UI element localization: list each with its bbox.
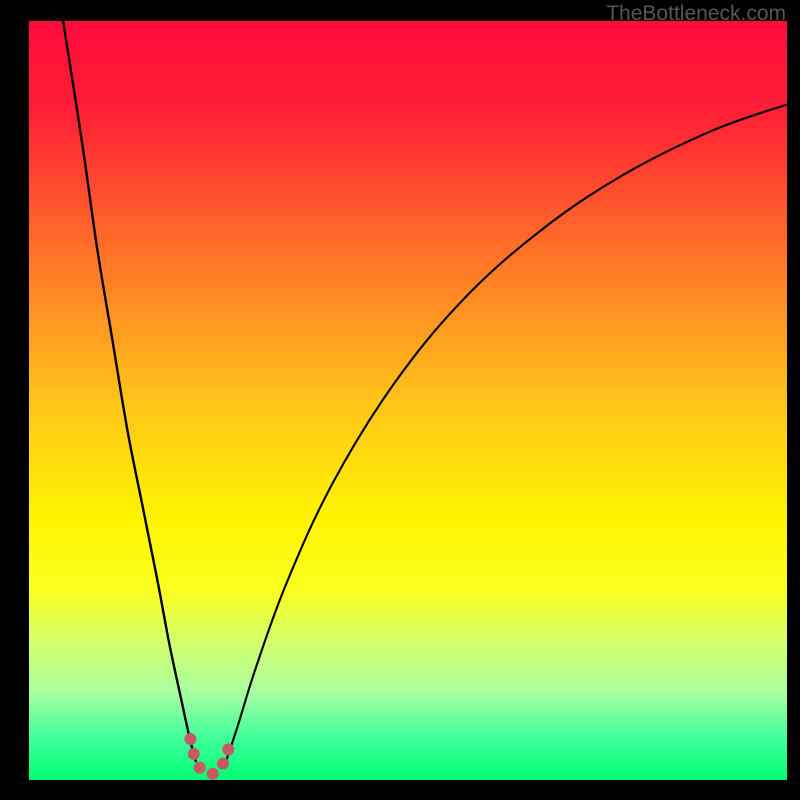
chart-background [29, 21, 787, 780]
chart-plot-area [29, 21, 787, 780]
watermark-text: TheBottleneck.com [606, 2, 786, 26]
chart-svg [29, 21, 787, 780]
